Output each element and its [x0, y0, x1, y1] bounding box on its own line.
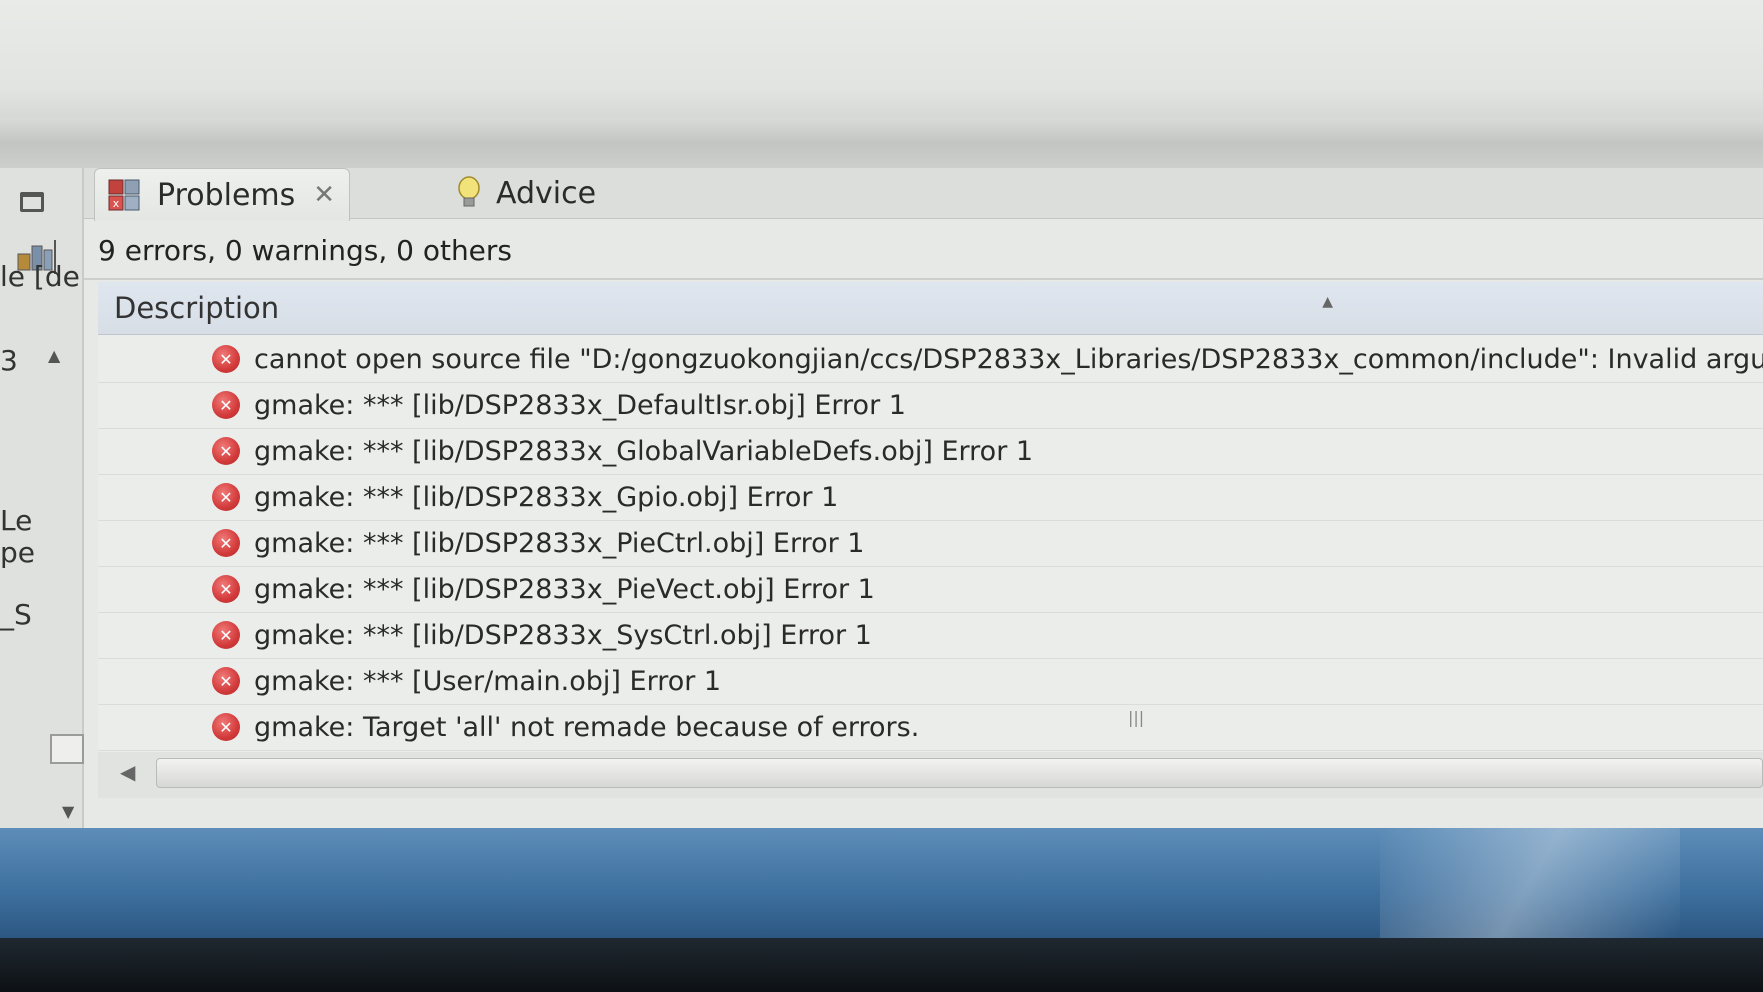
close-icon[interactable]: ✕ [313, 180, 335, 210]
problem-description: gmake: *** [lib/DSP2833x_Gpio.obj] Error… [254, 481, 839, 513]
scroll-down-icon[interactable]: ▼ [62, 802, 74, 821]
problems-summary: 9 errors, 0 warnings, 0 others [98, 234, 513, 267]
error-icon: ✕ [212, 575, 240, 603]
taskbar-reflection [1380, 828, 1680, 938]
scroll-up-icon[interactable]: ▲ [48, 346, 60, 365]
scrollbar-thumb[interactable] [156, 758, 1763, 788]
tab-problems-label: Problems [157, 177, 296, 213]
error-icon: ✕ [212, 391, 240, 419]
problem-row[interactable]: ✕ gmake: *** [lib/DSP2833x_Gpio.obj] Erro… [98, 474, 1763, 521]
lightbulb-icon [458, 176, 480, 207]
left-panel: le [de ▲ 3 Le pe _S ▼ [0, 168, 84, 828]
view-sash[interactable] [0, 118, 1763, 174]
problems-icon: x [108, 179, 140, 211]
left-checkbox[interactable] [50, 734, 84, 764]
scroll-left-icon[interactable]: ◀ [120, 760, 135, 784]
tab-advice-label: Advice [496, 175, 597, 211]
screen: le [de ▲ 3 Le pe _S ▼ x Problems ✕ Advic… [0, 0, 1763, 992]
monitor-bezel [0, 938, 1763, 992]
error-icon: ✕ [212, 713, 240, 741]
editor-area [0, 0, 1763, 125]
problem-row[interactable]: ✕ gmake: *** [lib/DSP2833x_DefaultIsr.obj… [98, 382, 1763, 429]
left-label: pe [0, 536, 35, 569]
problem-row[interactable]: ✕ gmake: *** [lib/DSP2833x_PieVect.obj] E… [98, 566, 1763, 613]
problem-row[interactable]: ✕ gmake: *** [lib/DSP2833x_PieCtrl.obj] E… [98, 520, 1763, 567]
error-icon: ✕ [212, 667, 240, 695]
column-header-description[interactable]: Description ▲ [98, 282, 1763, 335]
column-header-label: Description [114, 291, 280, 325]
error-icon: ✕ [212, 345, 240, 373]
horizontal-scrollbar[interactable]: ◀ ||| [98, 708, 1763, 798]
problem-row[interactable]: ✕ gmake: *** [lib/DSP2833x_GlobalVariable… [98, 428, 1763, 475]
svg-text:x: x [113, 197, 120, 210]
sort-arrow-icon: ▲ [1322, 294, 1333, 310]
problem-row[interactable]: ✕ gmake: *** [lib/DSP2833x_SysCtrl.obj] E… [98, 612, 1763, 659]
left-label: 3 [0, 344, 18, 377]
problem-row[interactable]: ✕ gmake: Target 'all' not remade because … [98, 704, 1763, 751]
error-icon: ✕ [212, 437, 240, 465]
problem-description: gmake: *** [User/main.obj] Error 1 [254, 665, 722, 697]
tab-advice[interactable]: Advice [444, 168, 608, 218]
error-icon: ✕ [212, 483, 240, 511]
problem-description: cannot open source file "D:/gongzuokongj… [254, 343, 1763, 375]
tab-problems[interactable]: x Problems ✕ [94, 168, 351, 221]
problem-description: gmake: *** [lib/DSP2833x_PieVect.obj] Er… [254, 573, 875, 605]
problem-description: gmake: Target 'all' not remade because o… [254, 711, 920, 743]
problem-row[interactable]: ✕ cannot open source file "D:/gongzuokong… [98, 336, 1763, 383]
left-header-text: le [de [0, 260, 80, 293]
left-label: _S [0, 598, 32, 631]
problem-description: gmake: *** [lib/DSP2833x_GlobalVariableD… [254, 435, 1034, 467]
problem-row[interactable]: ✕ gmake: *** [User/main.obj] Error 1 [98, 658, 1763, 705]
grip-icon: ||| [1128, 708, 1145, 727]
tab-bar: x Problems ✕ Advice [84, 168, 1763, 221]
problems-table: Description ▲ ✕ cannot open source file "… [98, 282, 1763, 752]
divider [84, 278, 1763, 280]
problem-description: gmake: *** [lib/DSP2833x_PieCtrl.obj] Er… [254, 527, 865, 559]
error-icon: ✕ [212, 621, 240, 649]
restore-icon[interactable] [20, 192, 44, 212]
problem-description: gmake: *** [lib/DSP2833x_SysCtrl.obj] Er… [254, 619, 872, 651]
left-label: Le [0, 504, 33, 537]
error-icon: ✕ [212, 529, 240, 557]
problem-description: gmake: *** [lib/DSP2833x_DefaultIsr.obj]… [254, 389, 906, 421]
